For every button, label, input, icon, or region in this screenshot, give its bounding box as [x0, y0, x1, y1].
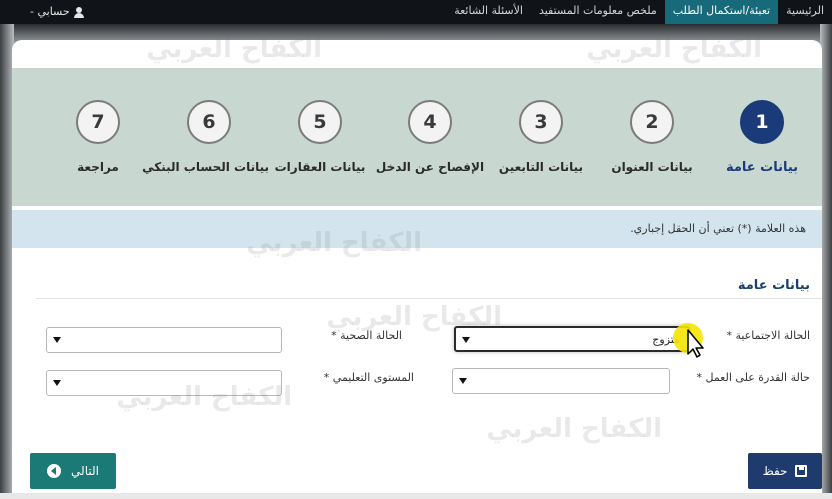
user-icon [73, 6, 84, 18]
main-nav: الرئيسية تعبئة/استكمال الطلب ملخص معلوما… [446, 0, 832, 24]
save-button-label: حفظ [762, 464, 788, 478]
wizard-step-address[interactable]: 2 بيانات العنوان [592, 88, 712, 198]
arrow-circle-left-icon [47, 464, 62, 478]
mouse-pointer-icon [673, 323, 704, 358]
account-menu[interactable]: حسابي - [30, 0, 84, 24]
step-label: بيانات العنوان [611, 160, 693, 174]
step-number: 4 [408, 100, 452, 144]
education-level-select[interactable] [46, 370, 282, 396]
marital-status-select[interactable]: متزوج [454, 326, 690, 352]
step-number: 1 [740, 100, 784, 144]
step-number: 6 [187, 100, 231, 144]
caret-down-icon [459, 378, 467, 384]
account-label: حسابي - [30, 5, 70, 18]
work-ability-select[interactable] [452, 368, 670, 394]
caret-down-icon [53, 380, 61, 386]
work-ability-label: حالة القدرة على العمل * [696, 371, 811, 384]
caret-down-icon [462, 337, 470, 343]
nav-item-faq[interactable]: الأسئلة الشائعة [446, 0, 531, 24]
wizard-step-review[interactable]: 7 مراجعة [38, 88, 158, 198]
step-label: مراجعة [77, 160, 119, 174]
education-level-label: المستوى التعليمي * [323, 371, 414, 384]
wizard-step-income[interactable]: 4 الإفصاح عن الدخل [370, 88, 490, 198]
next-button-label: التالي [71, 464, 99, 478]
form-page: 1 بيانات عامة 2 بيانات العنوان 3 بيانات … [12, 40, 822, 499]
nav-item-fill-request[interactable]: تعبئة/استكمال الطلب [664, 0, 779, 24]
marital-status-label: الحالة الاجتماعية * [726, 329, 810, 342]
section-divider [36, 298, 822, 299]
wizard-step-real-estate[interactable]: 5 بيانات العقارات [260, 88, 380, 198]
save-icon [795, 465, 808, 477]
health-status-label: الحالة الصحية * [331, 329, 402, 342]
wizard-step-general[interactable]: 1 بيانات عامة [702, 88, 822, 198]
wizard-steps: 1 بيانات عامة 2 بيانات العنوان 3 بيانات … [12, 68, 822, 206]
step-label: بيانات عامة [725, 160, 799, 175]
caret-down-icon [53, 337, 61, 343]
wizard-step-bank-account[interactable]: 6 بيانات الحساب البنكي [142, 88, 269, 198]
health-status-select[interactable] [46, 327, 282, 353]
screen-frame-bottom [0, 493, 832, 499]
step-label: بيانات التابعين [498, 160, 584, 174]
step-number: 7 [76, 100, 120, 144]
nav-item-home[interactable]: الرئيسية [778, 0, 832, 24]
step-number: 2 [630, 100, 674, 144]
step-number: 3 [519, 100, 563, 144]
step-number: 5 [298, 100, 342, 144]
next-button[interactable]: التالي [30, 453, 116, 489]
section-title: بيانات عامة [737, 278, 810, 293]
top-navigation-bar: الرئيسية تعبئة/استكمال الطلب ملخص معلوما… [0, 0, 832, 24]
step-label: الإفصاح عن الدخل [375, 160, 485, 174]
nav-item-beneficiary-summary[interactable]: ملخص معلومات المستفيد [531, 0, 665, 24]
step-label: بيانات الحساب البنكي [142, 160, 269, 174]
wizard-step-dependents[interactable]: 3 بيانات التابعين [481, 88, 601, 198]
page-root: الرئيسية تعبئة/استكمال الطلب ملخص معلوما… [0, 0, 832, 499]
required-field-note: هذه العلامة (*) تعني أن الحقل إجباري. [12, 210, 822, 248]
step-label: بيانات العقارات [274, 160, 366, 174]
save-button[interactable]: حفظ [748, 453, 822, 489]
